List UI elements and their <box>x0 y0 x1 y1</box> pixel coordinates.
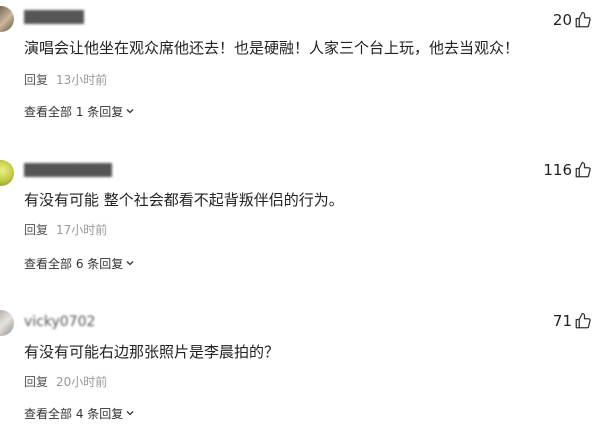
like-button[interactable]: 20 <box>553 11 592 29</box>
like-count: 71 <box>552 312 572 330</box>
reply-button[interactable]: 回复 <box>24 223 48 237</box>
view-replies-link[interactable]: 查看全部 1 条回复 <box>24 104 135 120</box>
comment-text: 有没有可能右边那张照片是李晨拍的？ <box>24 343 280 361</box>
view-replies-link[interactable]: 查看全部 6 条回复 <box>24 256 135 272</box>
view-replies-link[interactable]: 查看全部 4 条回复 <box>24 406 135 422</box>
timestamp: 17小时前 <box>56 223 108 237</box>
view-replies-label: 查看全部 1 条回复 <box>24 105 124 119</box>
thumbs-up-icon <box>574 312 592 330</box>
chevron-down-icon <box>125 104 135 120</box>
view-replies-label: 查看全部 6 条回复 <box>24 257 124 271</box>
comment-meta: 回复 17小时前 <box>24 222 107 238</box>
username[interactable]: ██████████ <box>24 163 112 177</box>
thumbs-up-icon <box>574 11 592 29</box>
comment-meta: 回复 13小时前 <box>24 72 107 88</box>
comment-text: 演唱会让他坐在观众席他还去！也是硬融！人家三个台上玩，他去当观众！ <box>24 39 520 57</box>
chevron-down-icon <box>125 256 135 272</box>
comment-item: █████████ 20 演唱会让他坐在观众席他还去！也是硬融！人家三个台上玩，… <box>0 0 600 140</box>
like-count: 20 <box>552 11 572 29</box>
comment-meta: 回复 20小时前 <box>24 374 107 390</box>
avatar[interactable] <box>0 6 14 32</box>
like-button[interactable]: 71 <box>553 312 592 330</box>
chevron-down-icon <box>125 406 135 422</box>
comment-item: vicky0702 71 有没有可能右边那张照片是李晨拍的？ 回复 20小时前 查… <box>0 288 600 428</box>
timestamp: 20小时前 <box>56 375 108 389</box>
comment-text: 有没有可能 整个社会都看不起背叛伴侣的行为。 <box>24 191 344 209</box>
avatar[interactable] <box>0 310 14 336</box>
view-replies-label: 查看全部 4 条回复 <box>24 407 124 421</box>
timestamp: 13小时前 <box>56 73 108 87</box>
like-button[interactable]: 116 <box>543 161 592 179</box>
reply-button[interactable]: 回复 <box>24 375 48 389</box>
username[interactable]: █████████ <box>24 10 84 24</box>
username[interactable]: vicky0702 <box>24 315 94 329</box>
like-count: 116 <box>543 161 572 179</box>
avatar[interactable] <box>0 160 14 186</box>
thumbs-up-icon <box>574 161 592 179</box>
reply-button[interactable]: 回复 <box>24 73 48 87</box>
comment-item: ██████████ 116 有没有可能 整个社会都看不起背叛伴侣的行为。 回复… <box>0 146 600 286</box>
